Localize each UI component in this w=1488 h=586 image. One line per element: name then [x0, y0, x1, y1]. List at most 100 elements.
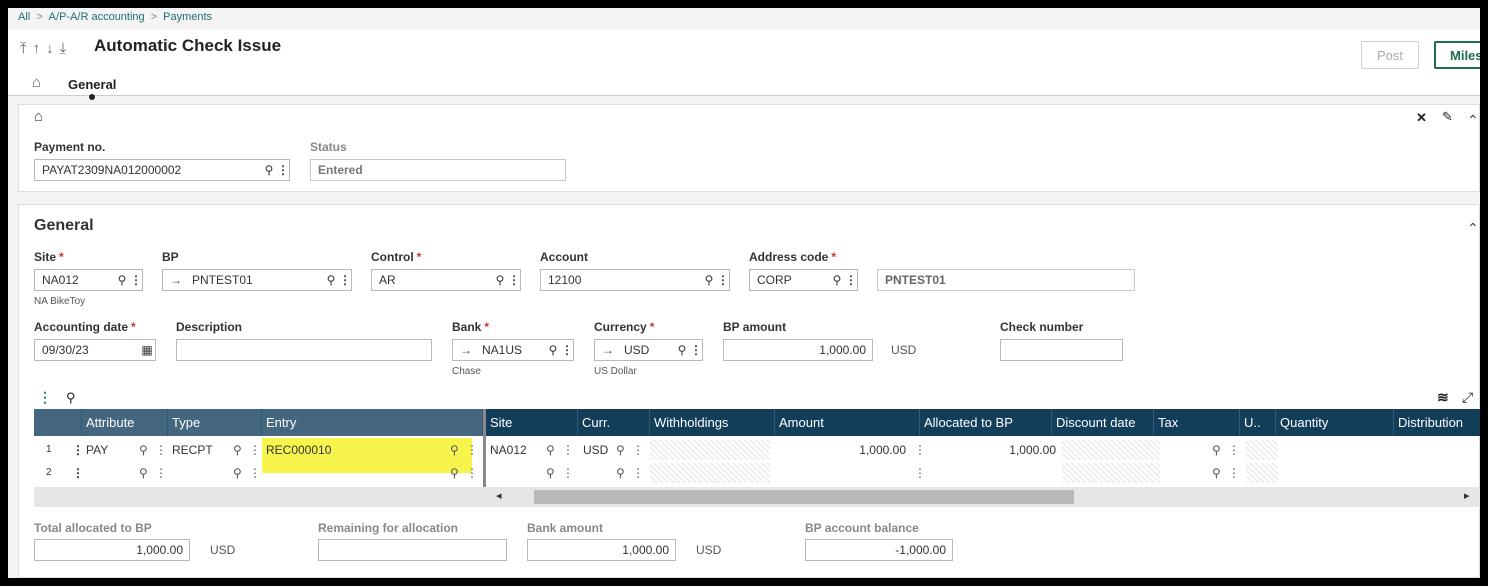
- search-icon[interactable]: ⚲: [492, 273, 508, 287]
- scroll-left-icon[interactable]: ◂: [496, 489, 502, 502]
- previous-record-icon[interactable]: ↑: [33, 40, 41, 57]
- accounting-date-field[interactable]: 09/30/23 ▦: [34, 339, 156, 361]
- site-cell[interactable]: NA012: [490, 439, 527, 461]
- breadcrumb-ap-ar[interactable]: A/P-A/R accounting: [49, 11, 145, 23]
- arrow-right-icon[interactable]: →: [460, 343, 472, 357]
- withholdings-column-header[interactable]: Withholdings: [650, 409, 775, 436]
- more-icon[interactable]: ⋮: [1228, 439, 1240, 461]
- search-icon[interactable]: ⚲: [546, 439, 555, 461]
- search-icon[interactable]: ⚲: [139, 439, 148, 461]
- more-icon[interactable]: ⋮: [717, 273, 729, 287]
- more-icon[interactable]: ⋮: [155, 439, 167, 461]
- more-icon[interactable]: ⋮: [508, 273, 520, 287]
- first-record-icon[interactable]: ⤒: [20, 40, 27, 57]
- more-icon[interactable]: ⋮: [561, 343, 573, 357]
- allocated-column-header[interactable]: Allocated to BP: [920, 409, 1052, 436]
- search-icon[interactable]: ⚲: [701, 273, 717, 287]
- collapse-icon[interactable]: ⌃: [1467, 112, 1479, 129]
- row-menu-icon[interactable]: ⋮: [72, 439, 84, 461]
- post-button[interactable]: Post: [1361, 41, 1419, 69]
- row-menu-icon[interactable]: ⋮: [72, 462, 84, 484]
- unit-column-header[interactable]: U..: [1240, 409, 1276, 436]
- search-icon[interactable]: ⚲: [261, 163, 277, 177]
- entry-column-header[interactable]: Entry: [262, 409, 483, 436]
- tools-icon[interactable]: ✕: [1416, 110, 1427, 126]
- scroll-right-icon[interactable]: ▸: [1464, 489, 1470, 502]
- more-icon[interactable]: ⋮: [562, 462, 574, 484]
- account-field[interactable]: 12100 ⚲ ⋮: [540, 269, 730, 291]
- search-icon[interactable]: ⚲: [450, 439, 459, 461]
- search-icon[interactable]: ⚲: [829, 273, 845, 287]
- search-icon[interactable]: ⚲: [1212, 462, 1221, 484]
- more-icon[interactable]: ⋮: [339, 273, 351, 287]
- arrow-right-icon[interactable]: →: [170, 273, 182, 287]
- address-code-field[interactable]: CORP ⚲ ⋮: [749, 269, 858, 291]
- last-record-icon[interactable]: ⤓: [60, 40, 67, 57]
- discount-date-column-header[interactable]: Discount date: [1052, 409, 1154, 436]
- currency-field[interactable]: → USD ⚲ ⋮: [594, 339, 703, 361]
- type-column-header[interactable]: Type: [168, 409, 262, 436]
- quantity-column-header[interactable]: Quantity: [1276, 409, 1394, 436]
- amount-column-header[interactable]: Amount: [775, 409, 920, 436]
- search-icon[interactable]: ⚲: [545, 343, 561, 357]
- more-icon[interactable]: ⋮: [562, 439, 574, 461]
- expand-icon[interactable]: ⤢: [1462, 389, 1473, 406]
- search-icon[interactable]: ⚲: [546, 462, 555, 484]
- more-icon[interactable]: ⋮: [130, 273, 142, 287]
- allocated-cell[interactable]: 1,000.00: [952, 439, 1056, 461]
- next-record-icon[interactable]: ↓: [46, 40, 54, 57]
- control-field[interactable]: AR ⚲ ⋮: [371, 269, 521, 291]
- attribute-column-header[interactable]: Attribute: [82, 409, 168, 436]
- breadcrumb-payments[interactable]: Payments: [163, 11, 212, 23]
- type-cell[interactable]: RECPT: [172, 439, 213, 461]
- arrow-right-icon[interactable]: →: [602, 343, 614, 357]
- search-icon[interactable]: ⚲: [1212, 439, 1221, 461]
- attribute-cell[interactable]: PAY: [86, 439, 108, 461]
- layers-icon[interactable]: ≋: [1437, 389, 1449, 406]
- scrollbar-thumb[interactable]: [534, 490, 1074, 504]
- entry-cell[interactable]: REC000010: [266, 439, 331, 461]
- search-icon[interactable]: ⚲: [233, 439, 242, 461]
- description-field[interactable]: [176, 339, 432, 361]
- more-icon[interactable]: ⋮: [845, 273, 857, 287]
- table-row[interactable]: 1 ⋮ PAY ⚲ ⋮ RECPT ⚲ ⋮ REC000010 ⚲ ⋮ NA01…: [34, 439, 1480, 461]
- search-icon[interactable]: ⚲: [616, 439, 625, 461]
- tab-general[interactable]: General: [68, 77, 116, 92]
- search-icon[interactable]: ⚲: [323, 273, 339, 287]
- more-icon[interactable]: ⋮: [466, 462, 478, 484]
- more-icon[interactable]: ⋮: [914, 462, 926, 484]
- home-tab-icon[interactable]: ⌂: [32, 74, 41, 91]
- more-icon[interactable]: ⋮: [466, 439, 478, 461]
- more-icon[interactable]: ⋮: [690, 343, 702, 357]
- more-icon[interactable]: ⋮: [249, 439, 261, 461]
- search-icon[interactable]: ⚲: [674, 343, 690, 357]
- check-number-field[interactable]: [1000, 339, 1123, 361]
- search-icon[interactable]: ⚲: [233, 462, 242, 484]
- currency-cell[interactable]: USD: [583, 439, 608, 461]
- more-icon[interactable]: ⋮: [277, 163, 289, 177]
- search-icon[interactable]: ⚲: [114, 273, 130, 287]
- grid-search-icon[interactable]: ⚲: [66, 390, 76, 406]
- home-icon[interactable]: ⌂: [34, 108, 43, 125]
- currency-column-header[interactable]: Curr.: [578, 409, 650, 436]
- table-row[interactable]: 2 ⋮ ⚲ ⋮ ⚲ ⋮ ⚲ ⋮ ⚲ ⋮ ⚲ ⋮ ⋮ ⚲ ⋮: [34, 462, 1480, 484]
- more-icon[interactable]: ⋮: [155, 462, 167, 484]
- edit-icon[interactable]: ✎: [1442, 109, 1453, 125]
- bp-field[interactable]: → PNTEST01 ⚲ ⋮: [162, 269, 352, 291]
- breadcrumb-all[interactable]: All: [18, 11, 30, 23]
- milestones-button[interactable]: Miles: [1434, 41, 1480, 69]
- collapse-icon[interactable]: ⌃: [1467, 220, 1479, 237]
- bank-field[interactable]: → NA1US ⚲ ⋮: [452, 339, 574, 361]
- site-column-header[interactable]: Site: [486, 409, 578, 436]
- site-field[interactable]: NA012 ⚲ ⋮: [34, 269, 143, 291]
- distribution-column-header[interactable]: Distribution: [1394, 409, 1480, 436]
- search-icon[interactable]: ⚲: [450, 462, 459, 484]
- tax-column-header[interactable]: Tax: [1154, 409, 1240, 436]
- search-icon[interactable]: ⚲: [616, 462, 625, 484]
- calendar-icon[interactable]: ▦: [139, 343, 155, 357]
- more-icon[interactable]: ⋮: [632, 462, 644, 484]
- grid-horizontal-scrollbar[interactable]: ◂ ▸: [34, 487, 1480, 507]
- search-icon[interactable]: ⚲: [139, 462, 148, 484]
- more-icon[interactable]: ⋮: [1228, 462, 1240, 484]
- payment-no-field[interactable]: PAYAT2309NA012000002 ⚲ ⋮: [34, 159, 290, 181]
